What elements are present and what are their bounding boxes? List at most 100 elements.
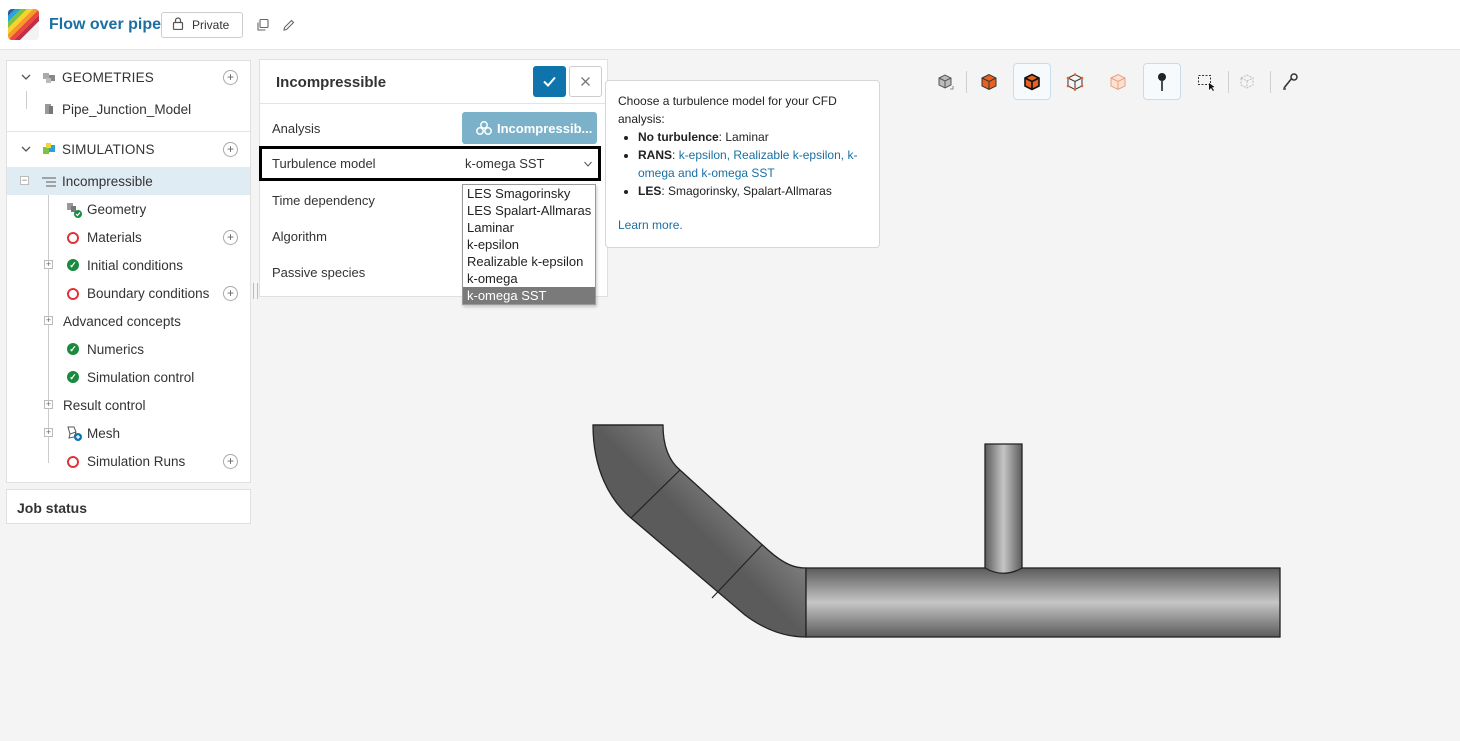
tree-item-numerics[interactable]: ✓ Numerics (7, 335, 250, 363)
dropdown-option[interactable]: Laminar (463, 219, 595, 236)
tree-item-label: Numerics (87, 341, 145, 357)
hide-selection-button[interactable] (1228, 63, 1266, 100)
simulation-item-label: Incompressible (62, 173, 153, 189)
add-simulation-run-button[interactable]: + (223, 453, 238, 469)
error-status-icon (67, 456, 79, 468)
add-boundary-condition-button[interactable]: + (223, 285, 238, 301)
tree-item-simulation-control[interactable]: ✓ Simulation control (7, 363, 250, 391)
pin-icon (1158, 72, 1166, 91)
lock-icon (172, 17, 184, 33)
solid-edges-cube-icon (1024, 73, 1040, 90)
geometries-section-header[interactable]: GEOMETRIES + (7, 63, 250, 91)
dropdown-option[interactable]: LES Smagorinsky (463, 185, 595, 202)
tree-item-result-control[interactable]: + Result control (7, 391, 250, 419)
divider (7, 131, 250, 132)
point-selection-button[interactable] (1143, 63, 1181, 100)
dropdown-option[interactable]: k-omega (463, 270, 595, 287)
error-status-icon (67, 288, 79, 300)
turbulence-model-label: Turbulence model (272, 156, 376, 171)
algorithm-label: Algorithm (272, 229, 327, 244)
passive-species-label: Passive species (272, 265, 366, 280)
dropdown-option[interactable]: LES Spalart-Allmaras (463, 202, 595, 219)
tooltip-list: No turbulence: Laminar RANS: k-epsilon, … (638, 128, 867, 200)
close-icon (581, 77, 590, 86)
edit-pencil-icon[interactable] (282, 18, 296, 32)
privacy-button[interactable]: Private (161, 12, 243, 38)
tree-item-mesh[interactable]: + Mesh (7, 419, 250, 447)
tree-item-initial-conditions[interactable]: + ✓ Initial conditions (7, 251, 250, 279)
tree-item-boundary-conditions[interactable]: Boundary conditions + (7, 279, 250, 307)
toolbar-separator (966, 71, 967, 93)
wireframe-cube-icon (1066, 72, 1084, 91)
tree-item-geometry[interactable]: Geometry (7, 195, 250, 223)
tooltip-item-rans: RANS: k-epsilon, Realizable k-epsilon, k… (638, 146, 867, 182)
mesh-icon (65, 424, 82, 441)
add-geometry-button[interactable]: + (223, 69, 238, 85)
view-cube-icon (938, 73, 954, 89)
view-cube-button[interactable] (926, 63, 964, 100)
measure-tool-button[interactable] (1271, 63, 1309, 100)
geometry-ok-icon (65, 201, 82, 218)
solid-view-button[interactable] (970, 63, 1008, 100)
hidden-cube-icon (1240, 73, 1254, 89)
collapse-toggle[interactable]: − (20, 176, 29, 185)
simulations-title: SIMULATIONS (62, 141, 155, 157)
tree-item-simulation-runs[interactable]: Simulation Runs + (7, 447, 250, 475)
transparent-view-button[interactable] (1099, 63, 1137, 100)
pipe-junction-model[interactable] (560, 400, 1300, 660)
turbulence-model-dropdown: LES Smagorinsky LES Spalart-Allmaras Lam… (462, 184, 596, 305)
check-circle-icon: ✓ (67, 343, 79, 355)
job-status-panel[interactable]: Job status (6, 489, 251, 524)
property-panel-title: Incompressible (276, 74, 387, 91)
analysis-type-icon (476, 121, 492, 135)
transparent-cube-icon (1110, 73, 1126, 90)
expand-toggle[interactable]: + (44, 428, 53, 437)
turbulence-model-row[interactable]: Turbulence model (259, 146, 601, 181)
checkmark-icon (543, 76, 556, 87)
simulations-section-header[interactable]: SIMULATIONS + (7, 135, 250, 163)
project-title[interactable]: Flow over pipe (49, 16, 161, 34)
close-button[interactable] (569, 66, 602, 97)
analysis-type-button[interactable]: Incompressib... (462, 112, 597, 144)
geometry-model-icon (41, 101, 57, 117)
tree-item-label: Mesh (87, 425, 121, 441)
dropdown-option-selected[interactable]: k-omega SST (463, 287, 595, 304)
tree-item-label: Simulation control (87, 369, 195, 385)
check-circle-icon: ✓ (67, 371, 79, 383)
geometries-title: GEOMETRIES (62, 69, 155, 85)
dropdown-option[interactable]: Realizable k-epsilon (463, 253, 595, 270)
turbulence-model-select[interactable]: k-omega SST (465, 156, 544, 171)
tree-item-materials[interactable]: Materials + (7, 223, 250, 251)
check-circle-icon: ✓ (67, 259, 79, 271)
simulation-list-icon (41, 174, 57, 190)
tree-item-label: Materials (87, 229, 142, 245)
add-material-button[interactable]: + (223, 229, 238, 245)
tree-item-label: Boundary conditions (87, 285, 210, 301)
expand-toggle[interactable]: + (44, 316, 53, 325)
dropdown-option[interactable]: k-epsilon (463, 236, 595, 253)
copy-icon[interactable] (256, 18, 270, 32)
wireframe-view-button[interactable] (1056, 63, 1094, 100)
chevron-down-icon[interactable] (21, 144, 31, 154)
expand-toggle[interactable]: + (44, 400, 53, 409)
panel-resize-handle[interactable] (253, 283, 258, 299)
tree-item-advanced-concepts[interactable]: + Advanced concepts (7, 307, 250, 335)
learn-more-link[interactable]: Learn more. (618, 216, 867, 234)
job-status-title: Job status (17, 500, 88, 516)
simulation-item-incompressible[interactable]: − Incompressible (7, 167, 250, 195)
solid-cube-icon (981, 73, 997, 90)
geometries-icon (41, 69, 57, 85)
geometry-item[interactable]: Pipe_Junction_Model (7, 95, 250, 123)
tree-item-label: Simulation Runs (87, 453, 186, 469)
expand-toggle[interactable]: + (44, 260, 53, 269)
box-select-button[interactable] (1187, 63, 1225, 100)
add-simulation-button[interactable]: + (223, 141, 238, 157)
confirm-button[interactable] (533, 66, 566, 97)
tooltip-item-les: LES: Smagorinsky, Spalart-Allmaras (638, 182, 867, 200)
analysis-type-label: Incompressib... (497, 120, 593, 136)
tooltip-item-no-turbulence: No turbulence: Laminar (638, 128, 867, 146)
chevron-down-icon[interactable] (21, 72, 31, 82)
chevron-down-icon[interactable] (584, 161, 592, 167)
simscale-logo[interactable] (8, 9, 39, 40)
solid-edges-view-button[interactable] (1013, 63, 1051, 100)
